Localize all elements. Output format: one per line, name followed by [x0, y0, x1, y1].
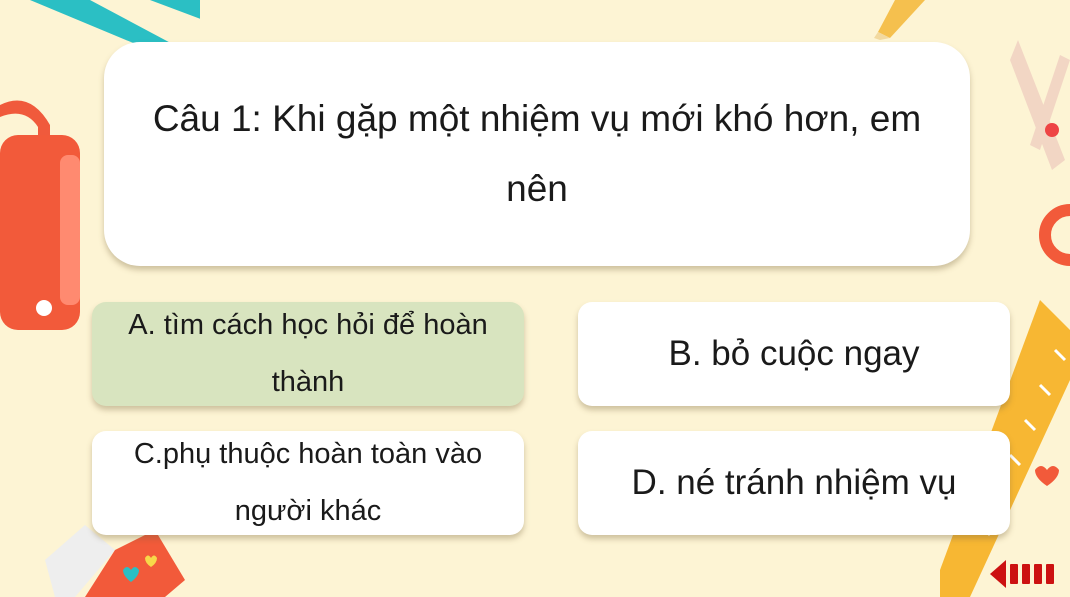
answer-d-button[interactable]: D. né tránh nhiệm vụ	[578, 431, 1010, 535]
answer-b-text: B. bỏ cuộc ngay	[668, 334, 920, 373]
question-card: Câu 1: Khi gặp một nhiệm vụ mới khó hơn,…	[104, 42, 970, 266]
answer-a-button[interactable]: A. tìm cách học hỏi để hoàn thành	[92, 302, 524, 406]
answer-c-button[interactable]: C.phụ thuộc hoàn toàn vào người khác	[92, 431, 524, 535]
answer-b-button[interactable]: B. bỏ cuộc ngay	[578, 302, 1010, 406]
pencil-icon	[874, 0, 925, 40]
answer-a-text: A. tìm cách học hỏi để hoàn thành	[128, 309, 488, 398]
back-arrow-icon[interactable]	[990, 560, 1062, 588]
question-text: Câu 1: Khi gặp một nhiệm vụ mới khó hơn,…	[152, 98, 922, 209]
bag-icon	[0, 100, 80, 330]
scissors-icon	[1010, 40, 1070, 266]
answer-c-text: C.phụ thuộc hoàn toàn vào người khác	[133, 438, 483, 527]
answer-d-text: D. né tránh nhiệm vụ	[631, 463, 957, 502]
